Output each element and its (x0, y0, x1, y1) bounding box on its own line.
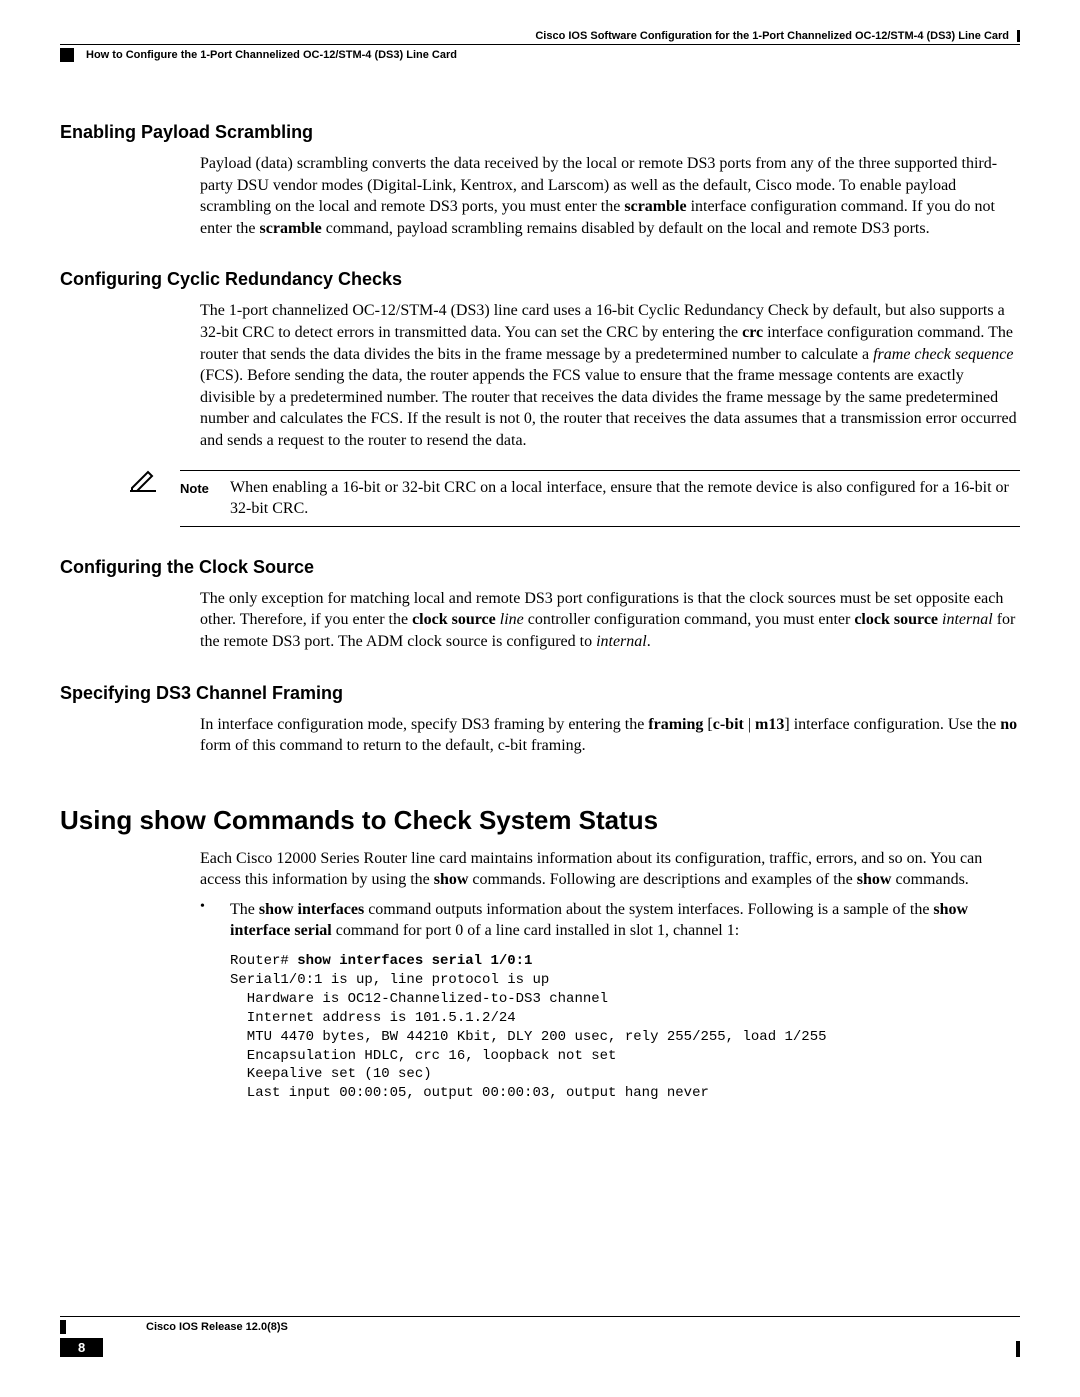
note-content: Note When enabling a 16-bit or 32-bit CR… (180, 470, 1020, 527)
tick-icon (1016, 1341, 1020, 1357)
heading-clock-source: Configuring the Clock Source (60, 557, 1020, 578)
page-number: 8 (60, 1338, 103, 1357)
bullet-item: • The show interfaces command outputs in… (200, 899, 1020, 942)
text: command for port 0 of a line card instal… (332, 922, 739, 939)
footer-row: Cisco IOS Release 12.0(8)S (60, 1320, 1020, 1334)
code-block: Router# show interfaces serial 1/0:1 Ser… (230, 952, 1020, 1103)
bullet-icon: • (200, 899, 230, 942)
para-show-intro: Each Cisco 12000 Series Router line card… (200, 848, 1020, 891)
text: ] interface configuration. Use the (784, 716, 1000, 733)
term-fcs: frame check sequence (873, 346, 1013, 363)
text: In interface configuration mode, specify… (200, 716, 648, 733)
cmd-clock-source: clock source (412, 611, 496, 628)
arg-internal: internal (596, 633, 647, 650)
doc-title: Cisco IOS Software Configuration for the… (535, 30, 1020, 42)
breadcrumb-row: How to Configure the 1-Port Channelized … (60, 48, 1020, 62)
cmd-show-interfaces: show interfaces (259, 901, 364, 918)
text: commands. (891, 871, 968, 888)
cmd-no: no (1000, 716, 1017, 733)
para-clock-source: The only exception for matching local an… (200, 588, 1020, 653)
heading-payload-scrambling: Enabling Payload Scrambling (60, 122, 1020, 143)
heading-ds3-framing: Specifying DS3 Channel Framing (60, 683, 1020, 704)
text: (FCS). Before sending the data, the rout… (200, 367, 1017, 449)
note-block: Note When enabling a 16-bit or 32-bit CR… (130, 470, 1020, 527)
note-rule-top (180, 470, 1020, 471)
text: The (230, 901, 259, 918)
pencil-icon (130, 470, 180, 492)
header-rule (60, 44, 1020, 45)
text: controller configuration command, you mu… (524, 611, 855, 628)
text: . (647, 633, 651, 650)
page: Cisco IOS Software Configuration for the… (0, 0, 1080, 1397)
bullet-text: The show interfaces command outputs info… (230, 899, 1020, 942)
note-label: Note (180, 481, 230, 520)
cmd-show: show (857, 871, 892, 888)
text: | (744, 716, 755, 733)
para-payload-scrambling: Payload (data) scrambling converts the d… (200, 153, 1020, 239)
text: form of this command to return to the de… (200, 737, 586, 754)
text: [ (703, 716, 712, 733)
footer-release: Cisco IOS Release 12.0(8)S (146, 1321, 288, 1333)
code-output: Serial1/0:1 is up, line protocol is up H… (230, 972, 827, 1101)
code-prompt: Router# (230, 953, 297, 969)
cmd-scramble: scramble (624, 198, 686, 215)
content: Enabling Payload Scrambling Payload (dat… (60, 122, 1020, 1103)
cmd-crc: crc (742, 324, 763, 341)
footer: Cisco IOS Release 12.0(8)S 8 (60, 1316, 1020, 1357)
para-ds3-framing: In interface configuration mode, specify… (200, 714, 1020, 757)
para-crc: The 1-port channelized OC-12/STM-4 (DS3)… (200, 300, 1020, 451)
tick-icon (60, 1320, 66, 1334)
cmd-scramble: scramble (260, 220, 322, 237)
arg-line: line (500, 611, 524, 628)
cmd-clock-source: clock source (854, 611, 938, 628)
breadcrumb: How to Configure the 1-Port Channelized … (86, 49, 457, 61)
arg-m13: m13 (755, 716, 784, 733)
note-text: When enabling a 16-bit or 32-bit CRC on … (230, 477, 1020, 520)
cmd-framing: framing (648, 716, 703, 733)
note-rule-bottom (180, 526, 1020, 527)
footer-rule (60, 1316, 1020, 1317)
text: command, payload scrambling remains disa… (322, 220, 930, 237)
header-row: Cisco IOS Software Configuration for the… (60, 30, 1020, 42)
square-icon (60, 48, 74, 62)
arg-internal: internal (942, 611, 993, 628)
arg-cbit: c-bit (713, 716, 744, 733)
heading-crc: Configuring Cyclic Redundancy Checks (60, 269, 1020, 290)
heading-show-commands: Using show Commands to Check System Stat… (60, 805, 1020, 836)
cmd-show: show (434, 871, 469, 888)
code-command: show interfaces serial 1/0:1 (297, 953, 532, 969)
text: command outputs information about the sy… (364, 901, 933, 918)
text: commands. Following are descriptions and… (468, 871, 856, 888)
